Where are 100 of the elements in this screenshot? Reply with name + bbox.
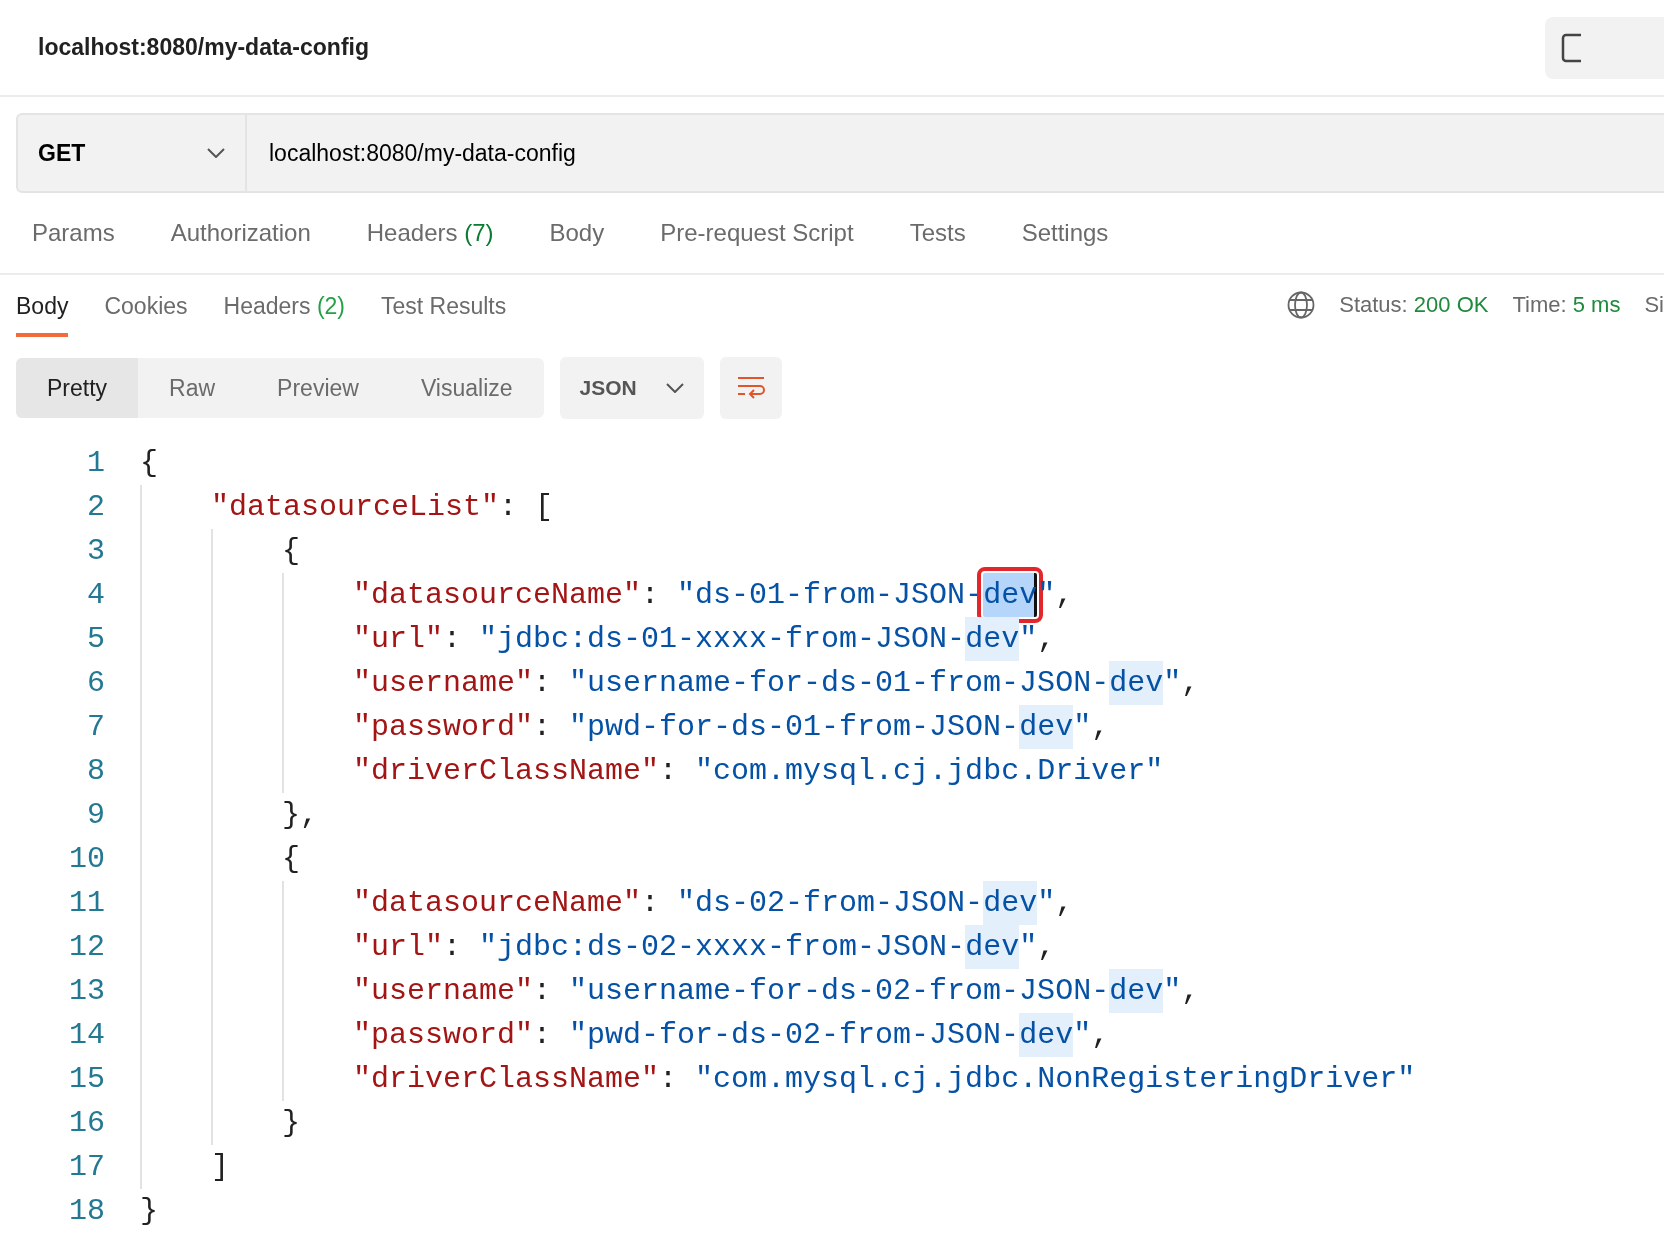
json-string: " xyxy=(1163,665,1182,702)
search-match: dev xyxy=(1019,1013,1074,1057)
search-match: dev xyxy=(965,925,1020,969)
line-number: 1 xyxy=(86,445,105,482)
json-string: "com.mysql.cj.jdbc.NonRegisteringDriver" xyxy=(695,1061,1416,1098)
json-string: "ds-02-from-JSON- xyxy=(677,885,984,922)
json-key: "datasourceList" xyxy=(211,485,500,529)
url-field[interactable]: localhost:8080/my-data-config xyxy=(247,113,1664,193)
response-stat: Si xyxy=(1644,291,1664,319)
json-string: "pwd-for-ds-02-from-JSON- xyxy=(569,1017,1020,1054)
json-string: " xyxy=(1073,709,1092,746)
line-number: 18 xyxy=(68,1193,105,1230)
json-punctuation: : xyxy=(533,973,553,1010)
line-number: 9 xyxy=(86,797,105,834)
request-title: localhost:8080/my-data-config xyxy=(38,33,370,63)
json-string: "com.mysql.cj.jdbc.Driver" xyxy=(695,753,1164,790)
json-punctuation: : [ xyxy=(499,489,554,526)
json-punctuation: : xyxy=(659,1061,679,1098)
line-number: 17 xyxy=(68,1149,105,1186)
view-mode-tab[interactable]: Preview xyxy=(246,358,390,418)
json-punctuation: ] xyxy=(211,1149,229,1186)
json-key: "url" xyxy=(353,925,443,969)
chevron-down-icon xyxy=(207,148,225,158)
json-punctuation: , xyxy=(1091,1017,1110,1054)
line-number: 5 xyxy=(86,621,105,658)
wrap-lines-button[interactable] xyxy=(719,357,782,419)
json-string: " xyxy=(1019,929,1038,966)
json-key: "datasourceName" xyxy=(353,881,642,925)
line-number: 14 xyxy=(68,1017,105,1054)
response-stat: Status: 200 OK xyxy=(1339,291,1489,319)
json-punctuation: , xyxy=(1091,709,1110,746)
json-string: "pwd-for-ds-01-from-JSON- xyxy=(569,709,1020,746)
json-punctuation: : xyxy=(443,621,463,658)
request-tab[interactable]: Headers (7) xyxy=(366,215,494,251)
response-tab[interactable]: Test Results xyxy=(381,278,507,337)
json-punctuation: { xyxy=(282,533,300,570)
json-punctuation: , xyxy=(1055,577,1074,614)
json-string: " xyxy=(1037,577,1056,614)
json-punctuation: } xyxy=(282,1105,300,1142)
search-match: dev xyxy=(1019,705,1074,749)
line-number: 12 xyxy=(68,929,105,966)
json-key: "url" xyxy=(353,617,443,661)
search-match: dev xyxy=(983,881,1038,925)
line-number: 2 xyxy=(86,489,105,526)
search-match: dev xyxy=(1109,969,1164,1013)
json-punctuation: : xyxy=(533,1017,553,1054)
globe-icon[interactable] xyxy=(1287,290,1316,319)
json-string: " xyxy=(1037,885,1056,922)
json-punctuation: { xyxy=(282,841,300,878)
line-number: 16 xyxy=(68,1105,105,1142)
line-number: 8 xyxy=(86,753,105,790)
line-number: 15 xyxy=(68,1061,105,1098)
request-tab[interactable]: Body xyxy=(549,215,605,251)
json-punctuation: , xyxy=(1055,885,1074,922)
json-key: "driverClassName" xyxy=(353,1057,660,1101)
response-tab[interactable]: Headers (2) xyxy=(223,278,345,337)
json-punctuation: } xyxy=(140,1193,158,1230)
json-key: "password" xyxy=(353,705,534,749)
json-string: "username-for-ds-02-from-JSON- xyxy=(569,973,1110,1010)
panel-icon xyxy=(1561,32,1581,63)
method-dropdown[interactable]: GET xyxy=(16,113,247,193)
json-key: "datasourceName" xyxy=(353,573,642,617)
response-tab[interactable]: Body xyxy=(16,278,69,337)
json-punctuation: : xyxy=(533,665,553,702)
format-dropdown[interactable]: JSON xyxy=(559,357,704,419)
json-string: " xyxy=(1163,973,1182,1010)
json-punctuation: { xyxy=(140,445,158,482)
line-number: 7 xyxy=(86,709,105,746)
json-string: "username-for-ds-01-from-JSON- xyxy=(569,665,1110,702)
json-string: "jdbc:ds-01-xxxx-from-JSON- xyxy=(479,621,966,658)
line-number: 13 xyxy=(68,973,105,1010)
request-tab[interactable]: Pre-request Script xyxy=(660,215,854,251)
json-punctuation: : xyxy=(443,929,463,966)
view-mode-tab[interactable]: Visualize xyxy=(389,358,544,418)
line-number: 4 xyxy=(86,577,105,614)
response-tab[interactable]: Cookies xyxy=(104,278,188,337)
line-number: 3 xyxy=(86,533,105,570)
wrap-lines-icon xyxy=(735,375,766,401)
request-tab[interactable]: Authorization xyxy=(170,215,311,251)
chevron-down-icon xyxy=(665,383,684,393)
json-punctuation: , xyxy=(1037,929,1056,966)
request-tab[interactable]: Params xyxy=(32,215,115,251)
json-key: "password" xyxy=(353,1013,534,1057)
view-mode-tab[interactable]: Pretty xyxy=(16,358,139,418)
json-punctuation: , xyxy=(1181,973,1200,1010)
json-string: " xyxy=(1073,1017,1092,1054)
line-number: 11 xyxy=(68,885,105,922)
request-tab[interactable]: Tests xyxy=(909,215,966,251)
json-punctuation: : xyxy=(641,577,661,614)
json-string: "ds-01-from-JSON- xyxy=(677,577,984,614)
request-tab[interactable]: Settings xyxy=(1021,215,1109,251)
view-mode-tab[interactable]: Raw xyxy=(138,358,247,418)
json-punctuation: }, xyxy=(282,797,318,834)
line-number: 6 xyxy=(86,665,105,702)
json-punctuation: , xyxy=(1037,621,1056,658)
response-stat: Time: 5 ms xyxy=(1512,291,1621,319)
json-punctuation: : xyxy=(659,753,679,790)
json-string: "jdbc:ds-02-xxxx-from-JSON- xyxy=(479,929,966,966)
json-key: "username" xyxy=(353,661,534,705)
json-punctuation: : xyxy=(641,885,661,922)
